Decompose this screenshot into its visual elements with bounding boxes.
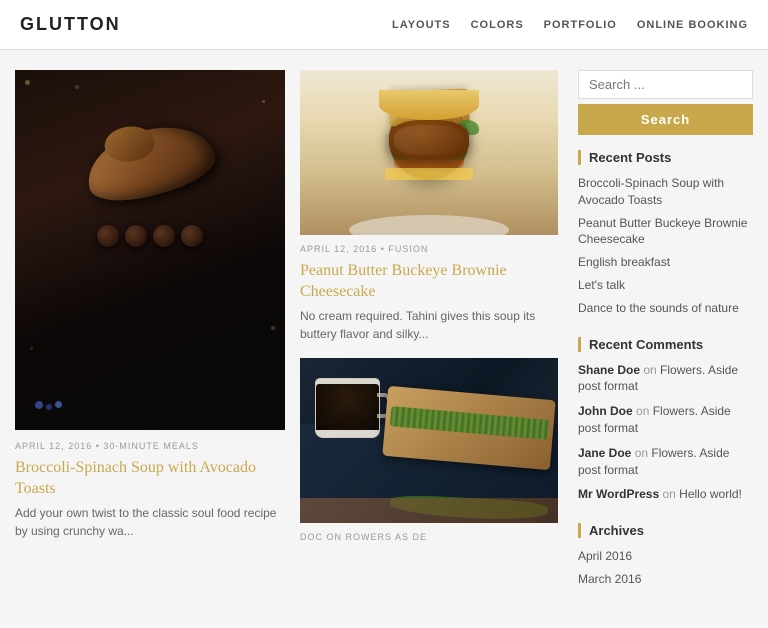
post-card-1: APRIL 12, 2016 • FUSION Peanut Butter Bu… <box>300 70 558 343</box>
recent-post-4[interactable]: Let's talk <box>578 277 753 294</box>
posts-grid: APRIL 12, 2016 • 30-MINUTE MEALS Broccol… <box>15 70 558 560</box>
site-header: GLUTTON LAYOUTS COLORS PORTFOLIO ONLINE … <box>0 0 768 50</box>
recent-posts-title: Recent Posts <box>578 150 753 165</box>
search-button[interactable]: Search <box>578 104 753 135</box>
featured-post-image[interactable] <box>15 70 285 430</box>
site-logo[interactable]: GLUTTON <box>20 14 121 35</box>
post-card-1-excerpt: No cream required. Tahini gives this sou… <box>300 307 558 343</box>
post-card-2-image[interactable] <box>300 358 558 523</box>
right-column: APRIL 12, 2016 • FUSION Peanut Butter Bu… <box>300 70 558 560</box>
search-box: Search <box>578 70 753 135</box>
post-card-1-image[interactable] <box>300 70 558 235</box>
comment-3: Jane Doe on Flowers. Aside post format <box>578 445 753 479</box>
nav-layouts[interactable]: LAYOUTS <box>392 19 451 31</box>
comment-4: Mr WordPress on Hello world! <box>578 486 753 503</box>
comment-4-link[interactable]: Hello world! <box>679 487 742 501</box>
featured-post: APRIL 12, 2016 • 30-MINUTE MEALS Broccol… <box>15 70 285 540</box>
left-column: APRIL 12, 2016 • 30-MINUTE MEALS Broccol… <box>15 70 285 560</box>
recent-post-3[interactable]: English breakfast <box>578 254 753 271</box>
archives-title: Archives <box>578 523 753 538</box>
content-area: APRIL 12, 2016 • 30-MINUTE MEALS Broccol… <box>15 70 558 608</box>
featured-post-date: APRIL 12, 2016 • 30-MINUTE MEALS <box>15 441 199 451</box>
featured-post-excerpt: Add your own twist to the classic soul f… <box>15 504 285 540</box>
post-card-1-meta: APRIL 12, 2016 • FUSION Peanut Butter Bu… <box>300 241 558 343</box>
recent-post-2[interactable]: Peanut Butter Buckeye Brownie Cheesecake <box>578 215 753 249</box>
nav-portfolio[interactable]: PORTFOLIO <box>544 19 617 31</box>
main-nav: LAYOUTS COLORS PORTFOLIO ONLINE BOOKING <box>392 17 748 33</box>
post-card-2: Doc on Rowers As de <box>300 358 558 545</box>
archive-april[interactable]: April 2016 <box>578 548 753 565</box>
comment-1: Shane Doe on Flowers. Aside post format <box>578 362 753 396</box>
nav-booking[interactable]: ONLINE BOOKING <box>637 19 748 31</box>
post-card-1-date: APRIL 12, 2016 • FUSION <box>300 244 428 254</box>
archive-march[interactable]: March 2016 <box>578 571 753 588</box>
recent-comments-section: Recent Comments Shane Doe on Flowers. As… <box>578 337 753 504</box>
nav-colors[interactable]: COLORS <box>471 19 524 31</box>
comment-2: John Doe on Flowers. Aside post format <box>578 403 753 437</box>
post-card-1-title[interactable]: Peanut Butter Buckeye Brownie Cheesecake <box>300 261 558 303</box>
post-card-2-date: Doc on Rowers As de <box>300 532 427 542</box>
sidebar: Search Recent Posts Broccoli-Spinach Sou… <box>578 70 753 608</box>
post-card-2-meta: Doc on Rowers As de <box>300 529 558 545</box>
featured-post-title[interactable]: Broccoli-Spinach Soup with Avocado Toast… <box>15 458 285 500</box>
recent-comments-title: Recent Comments <box>578 337 753 352</box>
recent-post-5[interactable]: Dance to the sounds of nature <box>578 300 753 317</box>
archives-section: Archives April 2016 March 2016 <box>578 523 753 588</box>
recent-posts-section: Recent Posts Broccoli-Spinach Soup with … <box>578 150 753 317</box>
search-input[interactable] <box>578 70 753 99</box>
recent-post-1[interactable]: Broccoli-Spinach Soup with Avocado Toast… <box>578 175 753 209</box>
main-container: APRIL 12, 2016 • 30-MINUTE MEALS Broccol… <box>0 50 768 628</box>
featured-post-meta: APRIL 12, 2016 • 30-MINUTE MEALS Broccol… <box>15 438 285 540</box>
